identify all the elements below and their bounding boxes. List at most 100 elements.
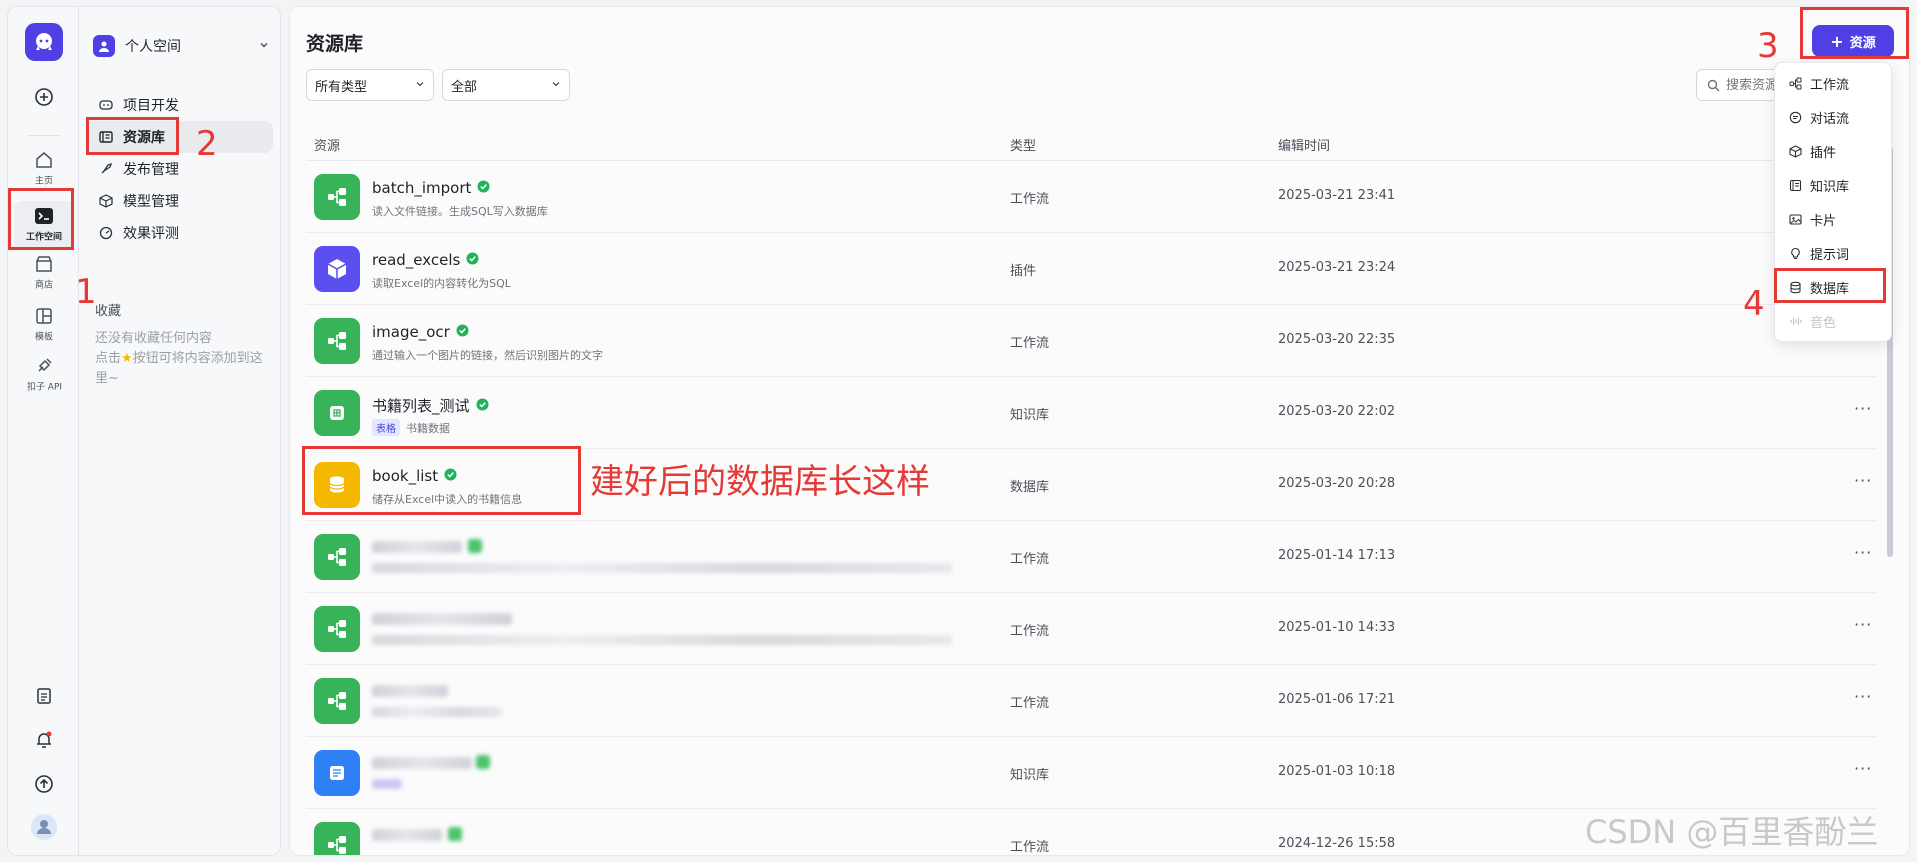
more-actions-button[interactable]: ··· [1854, 399, 1872, 418]
upgrade-icon[interactable] [8, 774, 80, 794]
menu-item-card[interactable]: 卡片 [1783, 205, 1885, 233]
type-filter-select[interactable]: 所有类型 [306, 69, 434, 101]
rocket-icon [101, 162, 113, 174]
blurred-desc [372, 563, 952, 573]
sidebar-item-label: 效果评测 [123, 226, 179, 242]
resource-type: 知识库 [1010, 408, 1050, 423]
annotation-number-3: 3 [1757, 26, 1779, 66]
app-window: 主页 工作空间 商店 模板 扣子 API 个人空间 项目开发 资源库 发布管理 … [0, 0, 1917, 862]
resource-name[interactable]: batch_import [372, 179, 490, 197]
space-switcher[interactable]: 个人空间 [93, 31, 269, 61]
table-row[interactable]: read_excels 读取Excel的内容转化为SQL 插件 2025-03-… [306, 233, 1876, 305]
bell-icon[interactable] [8, 730, 80, 750]
blurred-badge [448, 827, 462, 841]
resource-time: 2025-01-06 17:21 [1278, 692, 1396, 707]
resource-tag: 表格 [372, 419, 400, 436]
icon-rail: 主页 工作空间 商店 模板 扣子 API [7, 6, 79, 856]
resource-time: 2025-03-20 22:02 [1278, 404, 1396, 419]
template-icon [36, 308, 52, 324]
app-logo[interactable] [25, 23, 63, 61]
rail-item-api[interactable]: 扣子 API [8, 357, 80, 393]
resource-type: 工作流 [1010, 552, 1050, 567]
more-actions-button[interactable]: ··· [1854, 471, 1872, 490]
favorites-empty-line-1: 还没有收藏任何内容 [95, 331, 213, 346]
check-circle-icon [477, 179, 490, 197]
menu-item-label: 音色 [1810, 315, 1837, 331]
rail-label: 模板 [35, 332, 53, 343]
sidebar-item-models[interactable]: 模型管理 [87, 185, 273, 217]
table-row[interactable]: 工作流 2025-01-06 17:21 ··· [306, 665, 1876, 737]
document-icon [314, 750, 360, 796]
menu-item-chatflow[interactable]: 对话流 [1783, 103, 1885, 131]
blurred-desc [372, 635, 952, 645]
more-actions-button[interactable]: ··· [1854, 759, 1872, 778]
resource-name[interactable]: 书籍列表_测试 [372, 395, 489, 416]
resource-name[interactable]: read_excels [372, 251, 479, 269]
favorites-title: 收藏 [95, 304, 122, 319]
check-circle-icon [476, 397, 489, 415]
resource-desc: 表格 书籍数据 [372, 419, 450, 436]
favorites-empty-line-2: 点击 [95, 351, 122, 366]
resource-desc-text: 书籍数据 [406, 421, 450, 435]
workflow-icon [314, 678, 360, 724]
resource-time: 2024-12-26 15:58 [1278, 836, 1396, 851]
menu-item-knowledge[interactable]: 知识库 [1783, 171, 1885, 199]
sidebar-item-evaluation[interactable]: 效果评测 [87, 217, 273, 249]
workflow-icon [314, 174, 360, 220]
resource-type: 插件 [1010, 264, 1037, 279]
menu-item-prompt[interactable]: 提示词 [1783, 239, 1885, 267]
annotation-box-book-list [302, 446, 581, 515]
menu-item-workflow[interactable]: 工作流 [1783, 69, 1885, 97]
annotation-box-add [1800, 7, 1909, 59]
sidebar-item-label: 发布管理 [123, 162, 179, 178]
chevron-down-icon [415, 78, 425, 93]
home-icon [36, 152, 52, 168]
menu-item-label: 提示词 [1810, 247, 1850, 263]
more-actions-button[interactable]: ··· [1854, 615, 1872, 634]
menu-item-label: 插件 [1810, 145, 1837, 161]
sidebar-item-publish[interactable]: 发布管理 [87, 153, 273, 185]
more-actions-button[interactable]: ··· [1854, 687, 1872, 706]
resource-type: 工作流 [1010, 696, 1050, 711]
table-row[interactable]: image_ocr 通过输入一个图片的链接，然后识别图片的文字 工作流 2025… [306, 305, 1876, 377]
table-row[interactable]: 书籍列表_测试 表格 书籍数据 知识库 2025-03-20 22:02 ··· [306, 377, 1876, 449]
resource-time: 2025-01-10 14:33 [1278, 620, 1396, 635]
create-icon[interactable] [8, 87, 80, 107]
annotation-number-1: 1 [75, 272, 97, 312]
table-row[interactable]: 工作流 2025-01-14 17:13 ··· [306, 521, 1876, 593]
check-circle-icon [456, 323, 469, 341]
rail-item-store[interactable]: 商店 [8, 255, 80, 291]
menu-item-plugin[interactable]: 插件 [1783, 137, 1885, 165]
resource-type: 知识库 [1010, 768, 1050, 783]
scope-filter-select[interactable]: 全部 [442, 69, 570, 101]
workflow-icon [314, 534, 360, 580]
soundwave-icon [1790, 317, 1802, 325]
menu-item-label: 卡片 [1810, 213, 1837, 229]
table-row[interactable]: 知识库 2025-01-03 10:18 ··· [306, 737, 1876, 809]
table-row[interactable]: 工作流 2025-01-10 14:33 ··· [306, 593, 1876, 665]
resource-type: 数据库 [1010, 480, 1050, 495]
table-row[interactable]: batch_import 读入文件链接。生成SQL写入数据库 工作流 2025-… [306, 161, 1876, 233]
blurred-name [372, 541, 462, 553]
blurred-badge [476, 755, 490, 769]
rail-item-templates[interactable]: 模板 [8, 307, 80, 343]
docs-icon[interactable] [8, 687, 80, 705]
menu-item-label: 对话流 [1810, 111, 1850, 127]
rail-item-home[interactable]: 主页 [8, 151, 80, 187]
rail-label: 扣子 API [26, 382, 62, 393]
resource-type: 工作流 [1010, 624, 1050, 639]
annotation-note: 建好后的数据库长这样 [590, 462, 930, 502]
annotation-number-4: 4 [1743, 284, 1765, 324]
resource-type: 工作流 [1010, 192, 1050, 207]
resource-name[interactable]: image_ocr [372, 323, 469, 341]
resource-desc: 读取Excel的内容转化为SQL [372, 277, 511, 290]
more-actions-button[interactable]: ··· [1854, 543, 1872, 562]
annotation-number-2: 2 [196, 124, 218, 164]
book-icon [1789, 179, 1802, 191]
search-icon [1707, 79, 1720, 91]
resource-time: 2025-03-21 23:24 [1278, 260, 1396, 275]
avatar[interactable] [8, 813, 80, 841]
cube-icon [1789, 144, 1802, 158]
chevron-down-icon [551, 78, 561, 93]
resource-time: 2025-01-03 10:18 [1278, 764, 1396, 779]
